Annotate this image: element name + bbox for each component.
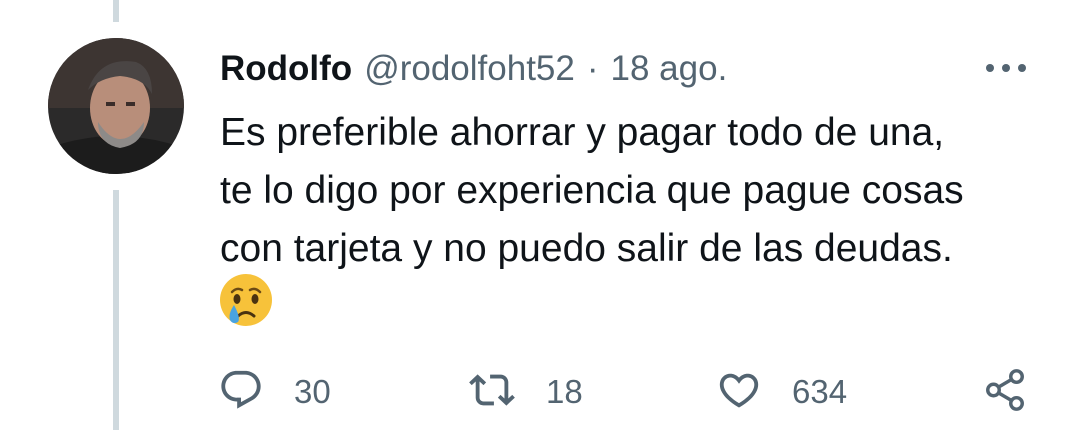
share-button[interactable] (982, 360, 1028, 424)
reply-count: 30 (294, 373, 331, 410)
thread-line-top (113, 0, 119, 22)
separator-dot: · (586, 49, 599, 88)
more-options-icon[interactable] (980, 48, 1032, 88)
heart-icon (716, 367, 762, 418)
avatar[interactable] (48, 38, 184, 174)
display-name[interactable]: Rodolfo (220, 44, 352, 94)
tweet-date[interactable]: 18 ago. (611, 44, 728, 94)
tweet-text: Es preferible ahorrar y pagar todo de un… (220, 104, 1060, 278)
retweet-count: 18 (546, 373, 583, 410)
retweet-button[interactable]: 18 (468, 360, 583, 424)
user-handle[interactable]: @rodolfoht52 (364, 44, 575, 94)
tweet-text-line: te lo digo por experiencia que pague cos… (220, 169, 964, 212)
like-count: 634 (792, 373, 848, 410)
reply-button[interactable]: 30 (218, 360, 331, 424)
reply-icon (218, 367, 264, 418)
share-icon (982, 367, 1028, 418)
retweet-icon (468, 367, 516, 418)
tweet-text-line: con tarjeta y no puedo salir de las deud… (220, 227, 953, 270)
like-button[interactable]: 634 (716, 360, 847, 424)
tweet-header: Rodolfo @rodolfoht52 · 18 ago. (220, 44, 727, 94)
tweet-actions: 30 18 634 (0, 360, 1080, 424)
crying-face-emoji (218, 272, 274, 328)
tweet-text-line: Es preferible ahorrar y pagar todo de un… (220, 111, 945, 154)
